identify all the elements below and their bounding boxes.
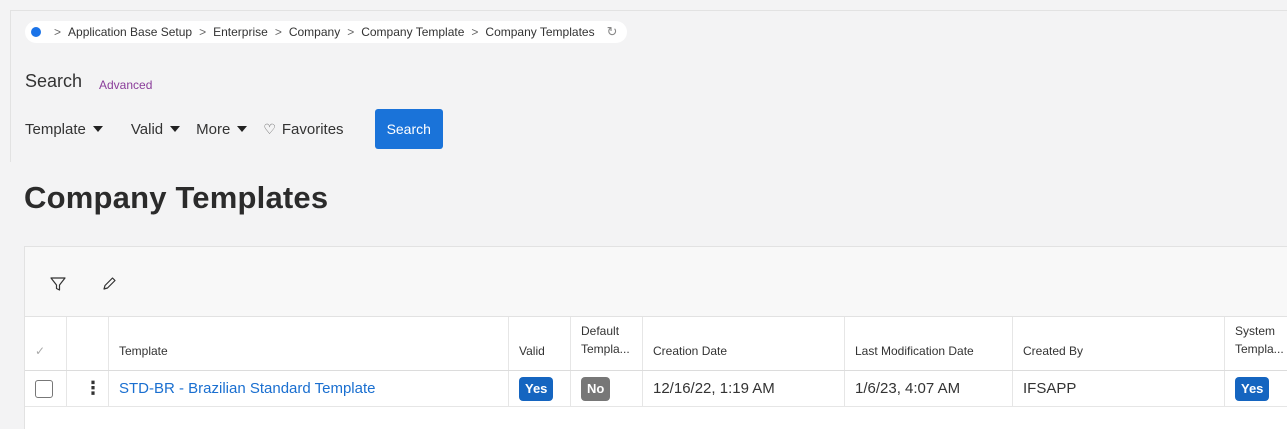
edit-icon[interactable]	[100, 275, 118, 293]
column-header-creation-date[interactable]: Creation Date	[643, 317, 845, 370]
caret-down-icon	[237, 126, 248, 132]
advanced-search-link[interactable]: Advanced	[99, 78, 152, 92]
column-header-system-template-line1: System	[1235, 324, 1276, 338]
select-all-checkmark-icon[interactable]: ✓	[25, 317, 67, 370]
breadcrumb-separator-icon: >	[471, 25, 479, 39]
cell-default-template: No	[571, 371, 643, 406]
row-actions-header	[67, 317, 109, 370]
breadcrumb-item-company-template[interactable]: Company Template	[361, 25, 464, 39]
filter-bar: Template Valid More ♡ Favorites Search	[25, 109, 443, 149]
filter-more-label: More	[196, 120, 231, 138]
table-row[interactable]: ⋮ STD-BR - Brazilian Standard Template Y…	[25, 371, 1287, 407]
favorites-button[interactable]: ♡ Favorites	[263, 121, 343, 138]
heart-icon: ♡	[263, 120, 276, 137]
filter-template-label: Template	[25, 120, 86, 138]
breadcrumb-item-enterprise[interactable]: Enterprise	[213, 25, 268, 39]
column-header-system-template-line2: Templa...	[1235, 342, 1284, 356]
breadcrumb-separator-icon: >	[199, 25, 207, 39]
caret-down-icon	[92, 126, 103, 132]
caret-down-icon	[170, 126, 181, 132]
cell-valid: Yes	[509, 371, 571, 406]
search-button[interactable]: Search	[374, 109, 443, 149]
more-actions-icon[interactable]: ⋮	[84, 378, 102, 399]
favorites-label: Favorites	[281, 120, 344, 138]
breadcrumb-separator-icon: >	[54, 25, 62, 39]
breadcrumb-item-application-base-setup[interactable]: Application Base Setup	[68, 25, 192, 39]
column-header-last-modification-date[interactable]: Last Modification Date	[845, 317, 1013, 370]
valid-badge: Yes	[519, 376, 554, 401]
cell-creation-date: 12/16/22, 1:19 AM	[643, 371, 845, 406]
breadcrumb-item-company-templates: Company Templates	[485, 25, 595, 39]
column-header-default-template-line1: Default	[581, 324, 620, 338]
list-panel: ✓ Template Valid Default Templa... Creat…	[24, 246, 1287, 429]
search-label: Search	[25, 71, 83, 91]
filter-more[interactable]: More	[196, 120, 248, 138]
cell-template: STD-BR - Brazilian Standard Template	[109, 371, 509, 406]
breadcrumb-separator-icon: >	[274, 25, 282, 39]
breadcrumb-item-company[interactable]: Company	[289, 25, 340, 39]
column-header-default-template[interactable]: Default Templa...	[571, 317, 643, 370]
default-template-badge: No	[581, 376, 611, 401]
filter-template[interactable]: Template	[25, 121, 103, 138]
cell-last-modification-date: 1/6/23, 4:07 AM	[845, 371, 1013, 406]
refresh-icon[interactable]: ↻	[607, 24, 618, 40]
breadcrumb-separator-icon: >	[347, 25, 355, 39]
breadcrumb: > Application Base Setup > Enterprise > …	[25, 21, 628, 43]
column-header-system-template[interactable]: System Templa...	[1225, 317, 1287, 370]
home-icon[interactable]	[31, 27, 41, 37]
template-link[interactable]: STD-BR - Brazilian Standard Template	[119, 380, 376, 397]
cell-created-by: IFSAPP	[1013, 371, 1225, 406]
system-template-badge: Yes	[1235, 376, 1270, 401]
filter-valid-label: Valid	[130, 120, 164, 138]
page-title: Company Templates	[24, 180, 329, 215]
cell-system-template: Yes	[1225, 371, 1287, 406]
row-select-cell	[25, 371, 67, 406]
column-header-created-by[interactable]: Created By	[1013, 317, 1225, 370]
filter-valid[interactable]: Valid	[130, 120, 181, 138]
row-checkbox[interactable]	[35, 379, 53, 398]
column-header-template[interactable]: Template	[109, 317, 509, 370]
column-header-default-template-line2: Templa...	[581, 342, 630, 356]
search-panel: > Application Base Setup > Enterprise > …	[10, 10, 1287, 162]
table-header-row: ✓ Template Valid Default Templa... Creat…	[25, 317, 1287, 371]
filter-icon[interactable]	[49, 275, 67, 293]
column-header-valid[interactable]: Valid	[509, 317, 571, 370]
list-toolbar	[25, 247, 1287, 317]
row-actions-cell: ⋮	[67, 371, 109, 406]
